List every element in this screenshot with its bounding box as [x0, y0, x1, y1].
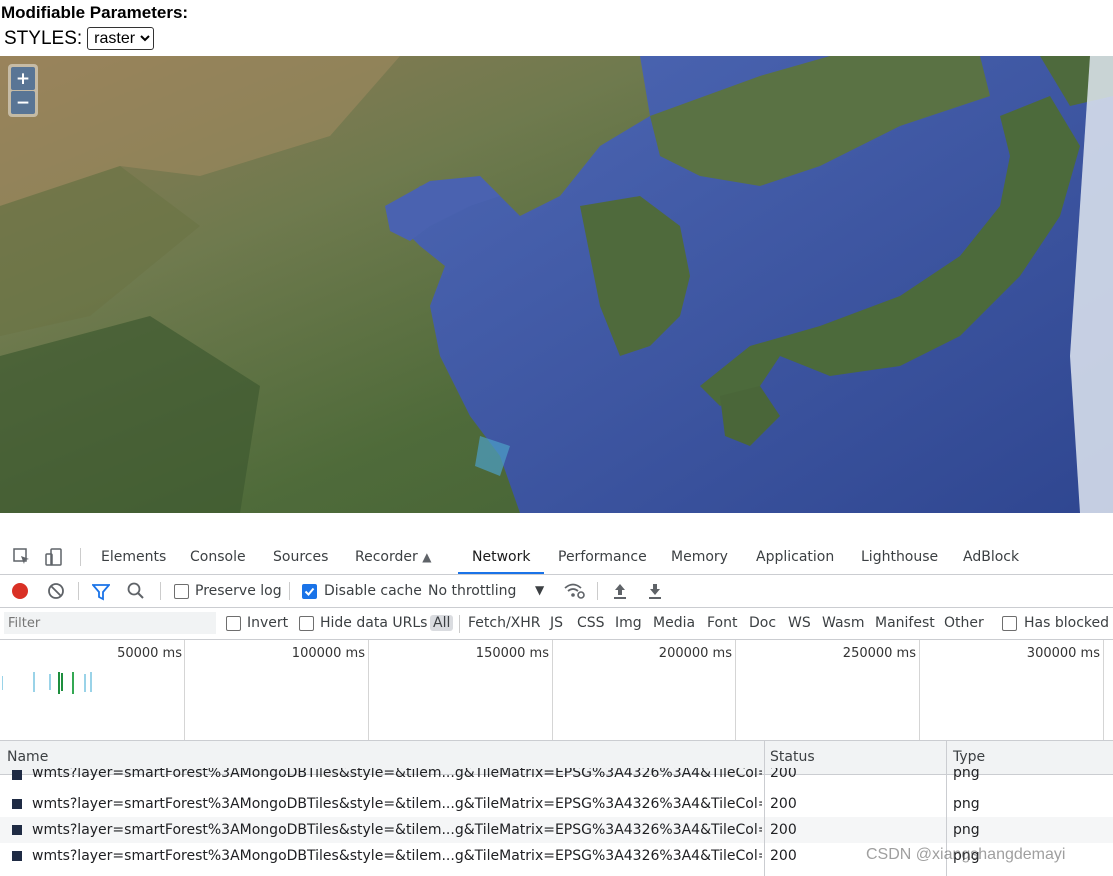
request-name: wmts?layer=smartForest%3AMongoDBTiles&st…	[32, 848, 762, 864]
overview-tick-2: 100000 ms	[291, 646, 365, 661]
request-type: png	[953, 796, 980, 812]
request-type: png	[953, 822, 980, 838]
throttling-value: No throttling	[428, 583, 517, 599]
tab-memory[interactable]: Memory	[671, 540, 728, 574]
tab-console[interactable]: Console	[190, 540, 246, 574]
filter-type-wasm[interactable]: Wasm	[822, 608, 864, 639]
filter-type-ws[interactable]: WS	[788, 608, 811, 639]
filter-type-doc[interactable]: Doc	[749, 608, 776, 639]
image-file-icon	[12, 799, 22, 809]
filter-type-js[interactable]: JS	[550, 608, 563, 639]
styles-select[interactable]: raster	[87, 27, 155, 50]
tab-sources[interactable]: Sources	[273, 540, 328, 574]
invert-checkbox[interactable]	[226, 616, 241, 631]
disable-cache-checkbox[interactable]	[302, 584, 317, 599]
filter-type-fetch-xhr[interactable]: Fetch/XHR	[468, 608, 541, 639]
devtools-tabbar: Elements Console Sources Recorder ▲ Netw…	[0, 540, 1113, 575]
clear-icon[interactable]	[47, 582, 65, 600]
filter-type-other[interactable]: Other	[944, 608, 984, 639]
disable-cache-label: Disable cache	[324, 583, 422, 599]
tab-recorder-label: Recorder	[355, 549, 418, 565]
request-timeline-bars	[2, 672, 92, 694]
filter-type-media[interactable]: Media	[653, 608, 695, 639]
hide-data-urls-label: Hide data URLs	[320, 615, 428, 631]
tab-recorder[interactable]: Recorder ▲	[355, 540, 431, 574]
tab-elements[interactable]: Elements	[101, 540, 166, 574]
overview-tick-3: 150000 ms	[475, 646, 549, 661]
invert-label: Invert	[247, 615, 289, 631]
device-toolbar-icon[interactable]	[44, 547, 64, 567]
request-type: png	[953, 768, 980, 781]
filter-type-img[interactable]: Img	[615, 608, 642, 639]
network-overview[interactable]: 50000 ms 100000 ms 150000 ms 200000 ms 2…	[0, 640, 1113, 741]
search-icon[interactable]	[127, 582, 145, 600]
has-blocked-checkbox[interactable]	[1002, 616, 1017, 631]
inspect-element-icon[interactable]	[12, 547, 32, 567]
preserve-log-label: Preserve log	[195, 583, 282, 599]
network-toolbar: Preserve log Disable cache No throttling…	[0, 575, 1113, 608]
tab-network[interactable]: Network	[458, 540, 545, 574]
network-conditions-icon[interactable]	[563, 582, 587, 600]
hide-data-urls-checkbox[interactable]	[299, 616, 314, 631]
styles-label: STYLES:	[4, 27, 83, 49]
overview-tick-5: 250000 ms	[842, 646, 916, 661]
overview-tick-1: 50000 ms	[117, 646, 182, 661]
styles-row: STYLES: raster	[4, 27, 155, 50]
export-har-icon[interactable]	[647, 582, 663, 600]
chevron-down-icon: ▼	[535, 583, 545, 597]
overview-tick-4: 200000 ms	[658, 646, 732, 661]
filter-type-font[interactable]: Font	[707, 608, 737, 639]
overview-tick-6: 300000 ms	[1026, 646, 1100, 661]
map-viewport[interactable]: + −	[0, 56, 1113, 513]
zoom-out-button[interactable]: −	[11, 91, 35, 114]
checkmark-icon	[304, 587, 315, 596]
network-filterbar: Invert Hide data URLs All Fetch/XHR JS C…	[0, 608, 1113, 640]
tab-lighthouse[interactable]: Lighthouse	[861, 540, 938, 574]
request-name: wmts?layer=smartForest%3AMongoDBTiles&st…	[32, 768, 762, 781]
tab-application[interactable]: Application	[756, 540, 834, 574]
request-name: wmts?layer=smartForest%3AMongoDBTiles&st…	[32, 822, 762, 838]
zoom-in-button[interactable]: +	[11, 67, 35, 90]
image-file-icon	[12, 851, 22, 861]
flask-icon: ▲	[422, 550, 432, 564]
watermark: CSDN @xiangshangdemayi	[866, 846, 1066, 863]
filter-input[interactable]	[4, 612, 216, 634]
request-name: wmts?layer=smartForest%3AMongoDBTiles&st…	[32, 796, 762, 812]
satellite-imagery	[0, 56, 1113, 513]
image-file-icon	[12, 825, 22, 835]
tab-performance[interactable]: Performance	[558, 540, 647, 574]
request-status: 200	[770, 822, 797, 838]
request-status: 200	[770, 768, 797, 781]
tab-adblock[interactable]: AdBlock	[963, 540, 1019, 574]
request-status: 200	[770, 796, 797, 812]
throttling-select[interactable]: No throttling	[428, 575, 516, 607]
filter-type-css[interactable]: CSS	[577, 608, 605, 639]
filter-type-manifest[interactable]: Manifest	[875, 608, 935, 639]
has-blocked-label: Has blocked c	[1024, 615, 1113, 631]
image-file-icon	[12, 770, 22, 780]
params-title: Modifiable Parameters:	[1, 3, 189, 22]
request-status: 200	[770, 848, 797, 864]
filter-icon[interactable]	[92, 583, 110, 601]
filter-type-all[interactable]: All	[430, 615, 454, 631]
preserve-log-checkbox[interactable]	[174, 584, 189, 599]
devtools-panel: Elements Console Sources Recorder ▲ Netw…	[0, 540, 1113, 876]
record-icon[interactable]	[11, 582, 29, 600]
zoom-control: + −	[8, 64, 38, 117]
import-har-icon[interactable]	[612, 582, 628, 600]
